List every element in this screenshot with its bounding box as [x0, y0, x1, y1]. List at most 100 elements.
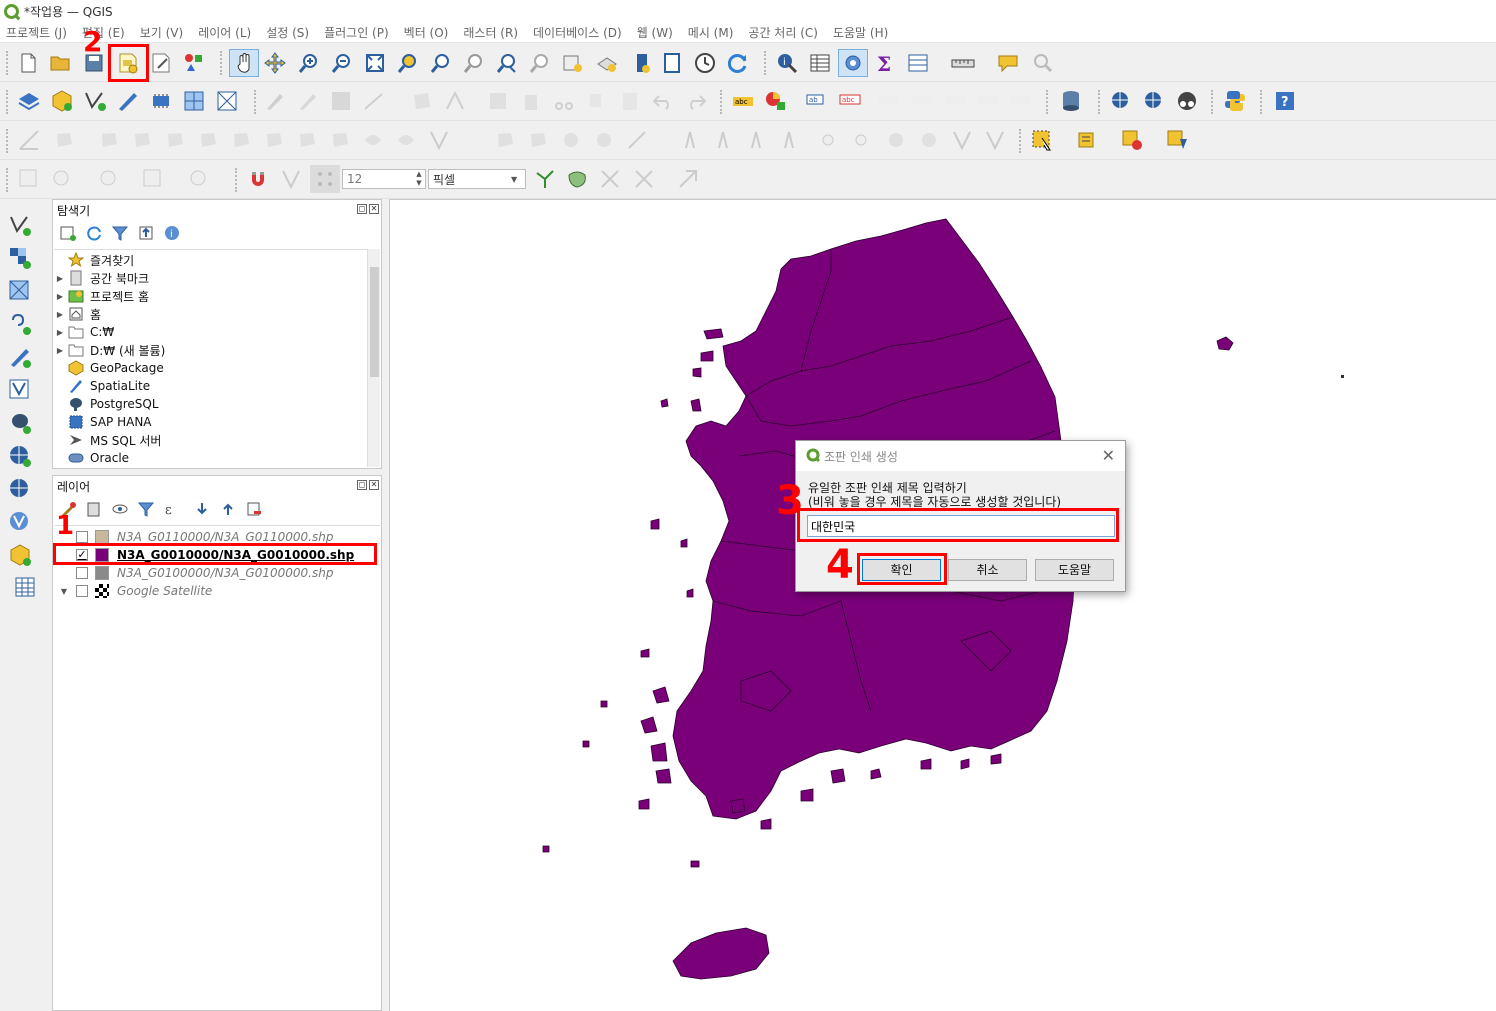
deselect-features-icon[interactable]: [1120, 128, 1144, 152]
digitize-icon[interactable]: [362, 89, 386, 113]
identify-features-icon[interactable]: i: [775, 51, 799, 75]
toolbar-grip[interactable]: [6, 168, 10, 192]
pan-to-selection-icon[interactable]: [263, 51, 287, 75]
toolbar-grip[interactable]: [6, 90, 10, 114]
metasearch-icon[interactable]: [1109, 89, 1133, 113]
scrollbar-thumb[interactable]: [370, 267, 379, 377]
highlight-pinned-labels-icon[interactable]: ab: [805, 89, 829, 113]
refresh-icon[interactable]: [726, 51, 750, 75]
save-edits-icon[interactable]: [329, 89, 353, 113]
tree-item-c-drive[interactable]: ▶ C:₩: [54, 323, 114, 341]
add-wms-layer-icon[interactable]: [8, 444, 32, 468]
cut-features-icon[interactable]: [552, 89, 576, 113]
add-wcs-layer-icon[interactable]: [8, 510, 32, 534]
quickmapservices-icon[interactable]: [1175, 89, 1199, 113]
shape-digitize-2-icon[interactable]: [748, 128, 772, 152]
show-map-tips-icon[interactable]: [996, 51, 1020, 75]
filter-expression-icon[interactable]: ε: [163, 500, 185, 521]
tree-item-project-home[interactable]: ▶ 프로젝트 홈: [54, 287, 149, 305]
add-mesh-layer-icon[interactable]: [215, 89, 239, 113]
add-table-icon[interactable]: [14, 576, 38, 600]
current-edits-icon[interactable]: [263, 89, 287, 113]
select-features-icon[interactable]: [1030, 128, 1054, 152]
filter-legend-icon[interactable]: [137, 500, 155, 521]
add-geopackage-side-icon[interactable]: [8, 543, 32, 567]
measure-line-icon[interactable]: [951, 51, 975, 75]
layer-visibility-checkbox[interactable]: [76, 567, 88, 579]
add-selected-layers-icon[interactable]: [59, 224, 77, 245]
collapse-arrow-icon[interactable]: ▼: [58, 587, 70, 596]
redo-icon[interactable]: [684, 89, 708, 113]
expand-arrow-icon[interactable]: ▶: [54, 292, 66, 301]
close-panel-icon[interactable]: ✕: [369, 204, 379, 214]
expand-arrow-icon[interactable]: ▶: [54, 328, 66, 337]
statistical-summary-icon[interactable]: Σ: [873, 51, 897, 75]
new-project-icon[interactable]: [16, 51, 40, 75]
collapse-all-layers-icon[interactable]: [219, 500, 237, 521]
tree-item-geopackage[interactable]: GeoPackage: [54, 359, 164, 377]
layer-visibility-checkbox[interactable]: ✓: [76, 549, 88, 561]
show-bookmarks-icon[interactable]: [595, 51, 619, 75]
data-source-manager-icon[interactable]: [17, 89, 41, 113]
clock-icon[interactable]: [693, 51, 717, 75]
layer-visibility-checkbox[interactable]: [76, 531, 88, 543]
layer-item-g0010000[interactable]: ✓ N3A_G0010000/N3A_G0010000.shp: [76, 546, 354, 564]
add-feature-icon[interactable]: [410, 89, 434, 113]
menu-view[interactable]: 보기 (V): [140, 24, 183, 41]
properties-info-icon[interactable]: i: [163, 224, 181, 245]
zoom-native-icon[interactable]: [462, 51, 486, 75]
expand-all-icon[interactable]: [193, 500, 211, 521]
map-canvas[interactable]: [389, 199, 1496, 1011]
add-raster-layer-side-icon[interactable]: [8, 246, 32, 270]
toolbar-grip[interactable]: [220, 51, 224, 75]
toolbar-grip[interactable]: [1046, 90, 1050, 114]
tree-item-spatialite[interactable]: SpatiaLite: [54, 377, 150, 395]
zoom-next-icon[interactable]: [528, 51, 552, 75]
collapse-all-icon[interactable]: [137, 224, 155, 245]
toolbar-grip[interactable]: [235, 168, 239, 192]
toolbar-grip[interactable]: [1019, 129, 1023, 153]
refresh-browser-icon[interactable]: [85, 224, 103, 245]
offset-point-symbols-icon[interactable]: [592, 128, 616, 152]
annotation-tool-icon[interactable]: [17, 167, 41, 191]
db-manager-icon[interactable]: [1059, 89, 1083, 113]
style-manager-icon[interactable]: [182, 51, 206, 75]
snap-intersection-icon[interactable]: [565, 167, 589, 191]
tree-item-oracle[interactable]: Oracle: [54, 449, 129, 467]
zoom-to-selection-icon[interactable]: [396, 51, 420, 75]
sun-icon[interactable]: [816, 128, 840, 152]
toolbar-grip[interactable]: [764, 51, 768, 75]
select-location-icon[interactable]: [1165, 128, 1189, 152]
tree-item-favorites[interactable]: 즐겨찾기: [54, 251, 134, 269]
delete-selected-icon[interactable]: [519, 89, 543, 113]
annotation-tool-5-icon[interactable]: [187, 167, 211, 191]
add-group-icon[interactable]: [85, 500, 103, 521]
tree-item-postgresql[interactable]: PostgreSQL: [54, 395, 159, 413]
add-part-icon[interactable]: [196, 128, 220, 152]
temporal-controller-icon[interactable]: [630, 51, 654, 75]
add-memory-layer-icon[interactable]: [149, 89, 173, 113]
cancel-button[interactable]: 취소: [948, 559, 1027, 581]
layer-item-g0110000[interactable]: N3A_G0110000/N3A_G0110000.shp: [76, 528, 333, 546]
browser-scrollbar[interactable]: [367, 249, 380, 467]
layer-visibility-checkbox[interactable]: [76, 585, 88, 597]
toolbar-grip[interactable]: [254, 90, 258, 114]
diagram-icon[interactable]: [764, 89, 788, 113]
zoom-out-icon[interactable]: [330, 51, 354, 75]
float-panel-icon[interactable]: ◻: [357, 204, 367, 214]
label-properties-icon[interactable]: [1009, 89, 1033, 113]
snap-tracing-icon[interactable]: [598, 167, 622, 191]
ok-button[interactable]: 확인: [862, 559, 941, 581]
zoom-full-icon[interactable]: [363, 51, 387, 75]
modify-attributes-icon[interactable]: [486, 89, 510, 113]
split-parts-icon[interactable]: [427, 128, 451, 152]
tree-item-bookmarks[interactable]: ▶ 공간 북마크: [54, 269, 149, 287]
tree-item-sap-hana[interactable]: SAP HANA: [54, 413, 152, 431]
undo-icon[interactable]: [651, 89, 675, 113]
add-delimited-text-icon[interactable]: [8, 312, 32, 336]
menu-settings[interactable]: 설정 (S): [266, 24, 309, 41]
shape-digitize-icon[interactable]: [715, 128, 739, 152]
layer-item-google-satellite[interactable]: ▼ Google Satellite: [58, 582, 212, 600]
show-hide-labels-icon[interactable]: [877, 89, 901, 113]
tree-item-d-drive[interactable]: ▶ D:₩ (새 볼륨): [54, 341, 165, 359]
